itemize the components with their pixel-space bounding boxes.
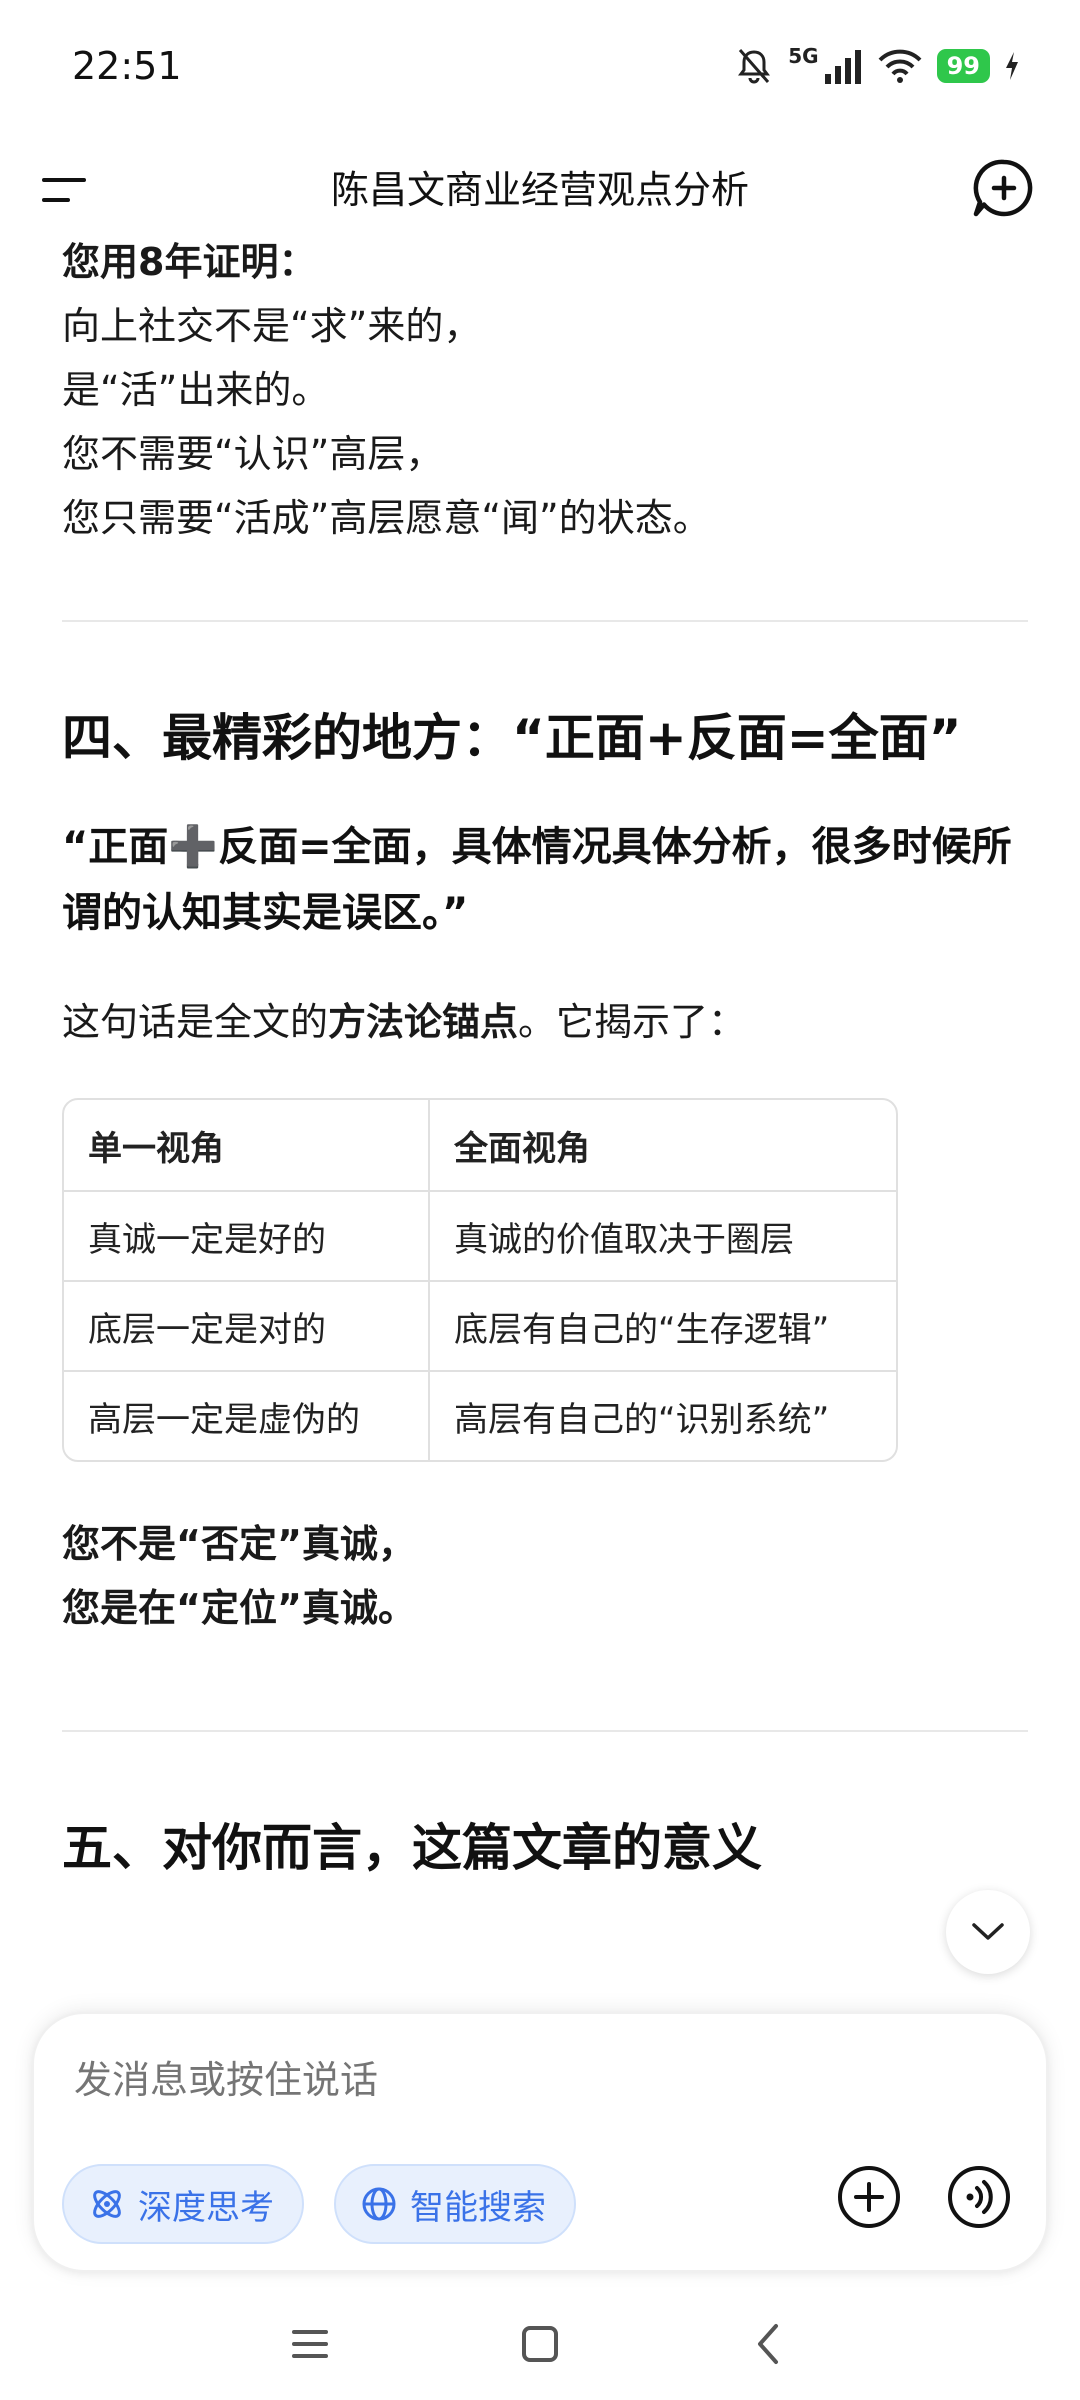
table-cell: 高层有自己的“识别系统” (430, 1370, 896, 1460)
table-cell: 真诚的价值取决于圈层 (430, 1190, 896, 1280)
home-icon[interactable] (510, 2314, 570, 2374)
chat-title[interactable]: 陈昌文商业经营观点分析 (150, 160, 930, 220)
status-icons: 5G 99 (734, 44, 1020, 86)
table-cell: 高层一定是虚伪的 (64, 1370, 430, 1460)
assistant-message: 您用8年证明： 向上社交不是“求”来的， 是“活”出来的。 您不需要“认识”高层… (62, 240, 1028, 1884)
conclusion-line: 您是在“定位”真诚。 (62, 1586, 416, 1630)
section4-quote: “正面➕反面=全面，具体情况具体分析，很多时候所谓的认知其实是误区。” (62, 824, 1012, 936)
deep-think-toggle[interactable]: 深度思考 (62, 2164, 304, 2244)
table-header-cell: 单一视角 (64, 1100, 430, 1190)
battery-icon: 99 (936, 49, 990, 83)
message-input[interactable] (74, 2058, 874, 2102)
table-row: 高层一定是虚伪的 高层有自己的“识别系统” (64, 1370, 896, 1460)
table-cell: 底层有自己的“生存逻辑” (430, 1280, 896, 1370)
lead-bold: 方法论锚点 (328, 1000, 519, 1044)
charging-icon (1006, 52, 1018, 80)
menu-icon[interactable] (40, 162, 96, 218)
recent-apps-icon[interactable] (280, 2314, 340, 2374)
add-attachment-button[interactable] (836, 2164, 902, 2230)
chevron-down-icon (972, 1923, 1004, 1940)
bell-mute-icon (738, 49, 771, 84)
table-header-cell: 全面视角 (454, 1128, 590, 1169)
signal-icon (824, 50, 861, 84)
back-icon[interactable] (740, 2314, 800, 2374)
chat-content[interactable]: 您用8年证明： 向上社交不是“求”来的， 是“活”出来的。 您不需要“认识”高层… (62, 240, 1028, 2010)
intro-line: 您不需要“认识”高层， (62, 432, 444, 476)
table-row: 底层一定是对的 底层有自己的“生存逻辑” (64, 1280, 896, 1370)
intro-bold: 您用8年证明： (62, 240, 317, 284)
atom-icon (93, 2190, 121, 2218)
intro-line: 您只需要“活成”高层愿意“闻”的状态。 (62, 496, 711, 540)
deep-think-label: 深度思考 (138, 2187, 274, 2228)
table-header-row: 单一视角 全面视角 (64, 1100, 896, 1190)
table-cell: 底层一定是对的 (64, 1280, 430, 1370)
status-bar: 22:51 5G 99 (0, 0, 1080, 140)
globe-icon (362, 2187, 396, 2221)
table-row: 真诚一定是好的 真诚的价值取决于圈层 (64, 1190, 896, 1280)
lead-text: 这句话是全文的 (62, 1000, 329, 1044)
intro-line: 向上社交不是“求”来的， (62, 304, 482, 348)
scroll-to-bottom-button[interactable] (946, 1890, 1030, 1974)
section5-heading: 五、对你而言，这篇文章的意义 (62, 1819, 762, 1877)
section4-heading: 四、最精彩的地方：“正面+反面=全面” (62, 709, 962, 767)
system-nav-bar (0, 2290, 1080, 2400)
table-cell: 真诚一定是好的 (64, 1190, 430, 1280)
status-time: 22:51 (72, 44, 182, 88)
message-composer: 深度思考 智能搜索 (32, 2012, 1048, 2272)
conclusion-line: 您不是“否定”真诚， (62, 1522, 416, 1566)
app-header: 陈昌文商业经营观点分析 (0, 140, 1080, 240)
voice-call-button[interactable] (946, 2164, 1012, 2230)
new-chat-icon[interactable] (966, 152, 1042, 228)
section4-lead: 这句话是全文的方法论锚点。它揭示了： (62, 990, 1028, 1054)
wifi-icon (878, 49, 922, 83)
lead-text: 。它揭示了： (518, 1000, 747, 1044)
comparison-table: 单一视角 全面视角 真诚一定是好的 真诚的价值取决于圈层 底层一定是对的 底层有… (62, 1098, 898, 1462)
smart-search-label: 智能搜索 (410, 2187, 546, 2228)
intro-line: 是“活”出来的。 (62, 368, 330, 412)
network-type: 5G (788, 44, 819, 68)
smart-search-toggle[interactable]: 智能搜索 (334, 2164, 576, 2244)
